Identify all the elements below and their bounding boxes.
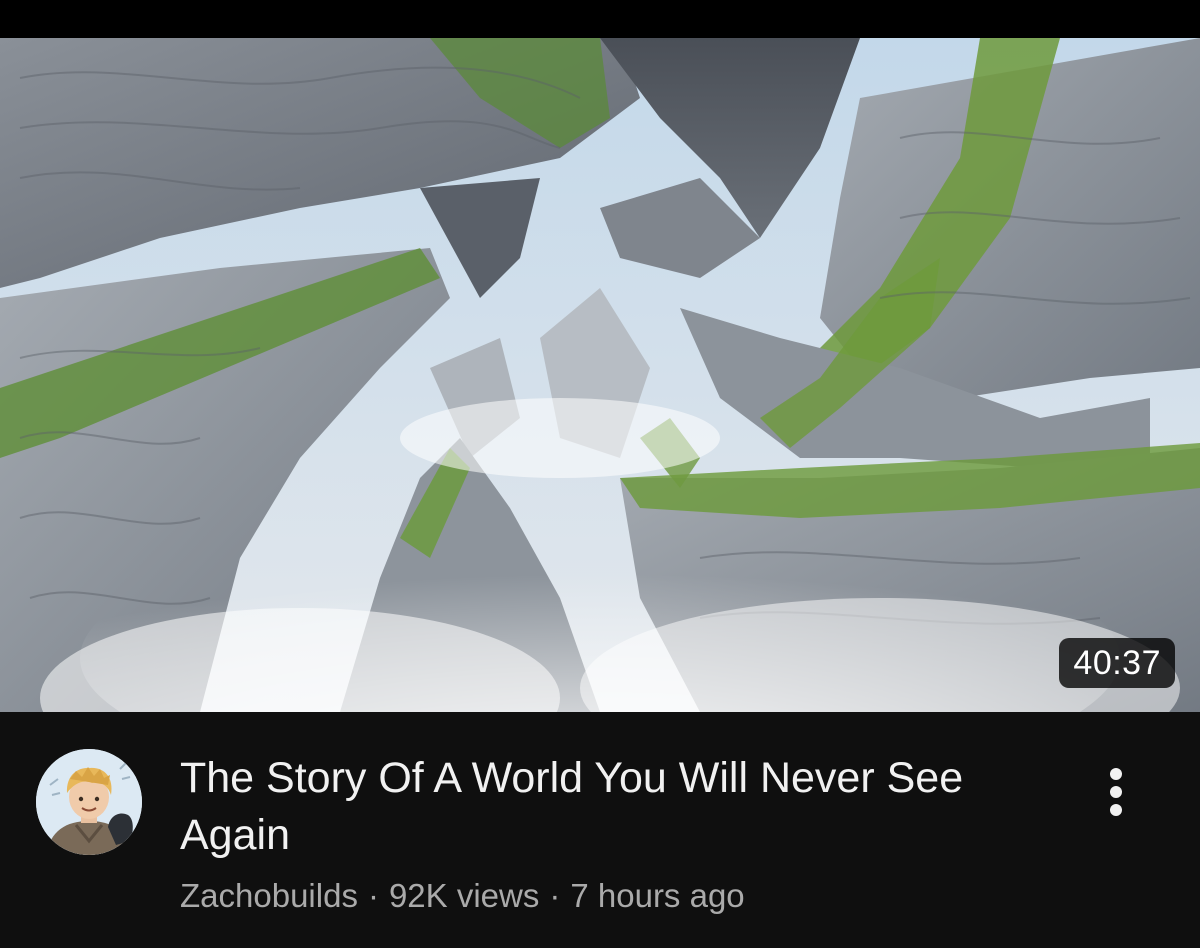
video-card: 40:37 The Story Of A World You Will Neve… (0, 0, 1200, 948)
more-vert-icon (1110, 768, 1122, 816)
video-meta-row: The Story Of A World You Will Never See … (0, 712, 1200, 948)
thumbnail-image (0, 38, 1200, 712)
meta-separator: · (549, 877, 561, 914)
channel-name[interactable]: Zachobuilds (180, 877, 358, 914)
more-options-button[interactable] (1090, 752, 1142, 832)
view-count: 92K views (388, 877, 540, 914)
avatar-icon (36, 749, 142, 855)
video-thumbnail[interactable]: 40:37 (0, 38, 1200, 712)
video-metadata: Zachobuilds · 92K views · 7 hours ago (180, 874, 1080, 918)
upload-age: 7 hours ago (570, 877, 745, 914)
meta-separator: · (367, 877, 379, 914)
channel-avatar[interactable] (36, 749, 142, 855)
video-title[interactable]: The Story Of A World You Will Never See … (180, 750, 1040, 864)
top-strip (0, 0, 1200, 38)
duration-badge: 40:37 (1059, 638, 1175, 688)
